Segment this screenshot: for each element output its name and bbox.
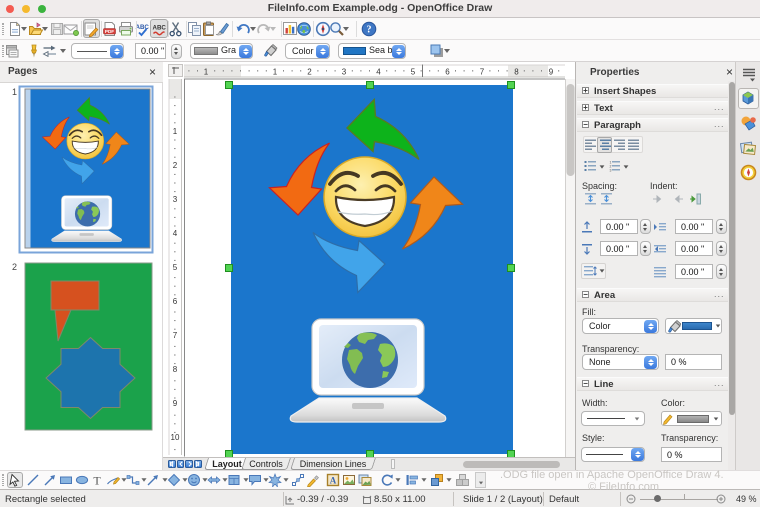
svg-text:PDF: PDF: [105, 29, 114, 34]
svg-text:3: 3: [173, 195, 178, 204]
svg-text:5: 5: [411, 68, 416, 77]
svg-text:1: 1: [273, 68, 278, 77]
svg-text:6: 6: [173, 297, 178, 306]
svg-text:10: 10: [171, 433, 180, 442]
svg-text:4: 4: [376, 68, 381, 77]
svg-text:T: T: [93, 474, 101, 488]
svg-text:1: 1: [173, 127, 178, 136]
svg-text:5: 5: [173, 263, 178, 272]
svg-text:3: 3: [342, 68, 347, 77]
svg-text:9: 9: [549, 68, 554, 77]
svg-text:6: 6: [445, 68, 450, 77]
svg-text:7: 7: [480, 68, 485, 77]
svg-text:ABC: ABC: [136, 24, 150, 31]
svg-text:ABC: ABC: [153, 25, 167, 32]
svg-text:9: 9: [173, 399, 178, 408]
svg-text:1: 1: [12, 87, 17, 97]
svg-text:3: 3: [610, 169, 612, 173]
svg-text:2: 2: [307, 68, 312, 77]
svg-text:A: A: [330, 476, 337, 486]
svg-text:8: 8: [173, 365, 178, 374]
svg-text:4: 4: [173, 229, 178, 238]
svg-text:2: 2: [173, 161, 178, 170]
svg-text:?: ?: [367, 25, 372, 36]
svg-text:8: 8: [514, 68, 519, 77]
svg-text:7: 7: [173, 331, 178, 340]
svg-text:2: 2: [12, 262, 17, 272]
svg-text:1: 1: [204, 68, 209, 77]
